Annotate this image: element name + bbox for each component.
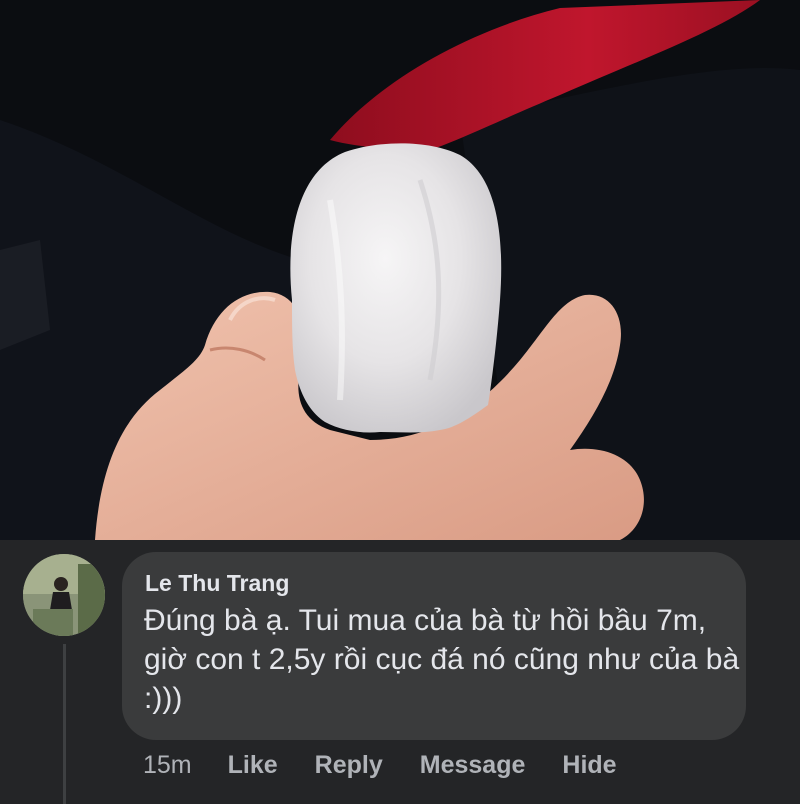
post-photo[interactable] (0, 0, 800, 540)
ice-cube-photo (0, 0, 800, 540)
comment-author[interactable]: Le Thu Trang (145, 568, 724, 598)
ice-cube (290, 143, 502, 433)
comment-text: Đúng bà ạ. Tui mua của bà từ hồi bầu 7m,… (144, 604, 740, 715)
comment-actions: 15m Like Reply Message Hide (143, 751, 654, 780)
like-button[interactable]: Like (228, 751, 278, 780)
reply-button[interactable]: Reply (315, 751, 383, 780)
avatar-image (23, 554, 105, 636)
message-button[interactable]: Message (420, 751, 526, 780)
comment-timestamp[interactable]: 15m (143, 751, 192, 780)
hide-button[interactable]: Hide (562, 751, 616, 780)
thread-line (63, 644, 66, 804)
comment-bubble: Le Thu Trang Đúng bà ạ. Tui mua của bà t… (122, 552, 746, 740)
avatar[interactable] (23, 554, 105, 636)
comment-section: Le Thu Trang Đúng bà ạ. Tui mua của bà t… (0, 540, 800, 804)
